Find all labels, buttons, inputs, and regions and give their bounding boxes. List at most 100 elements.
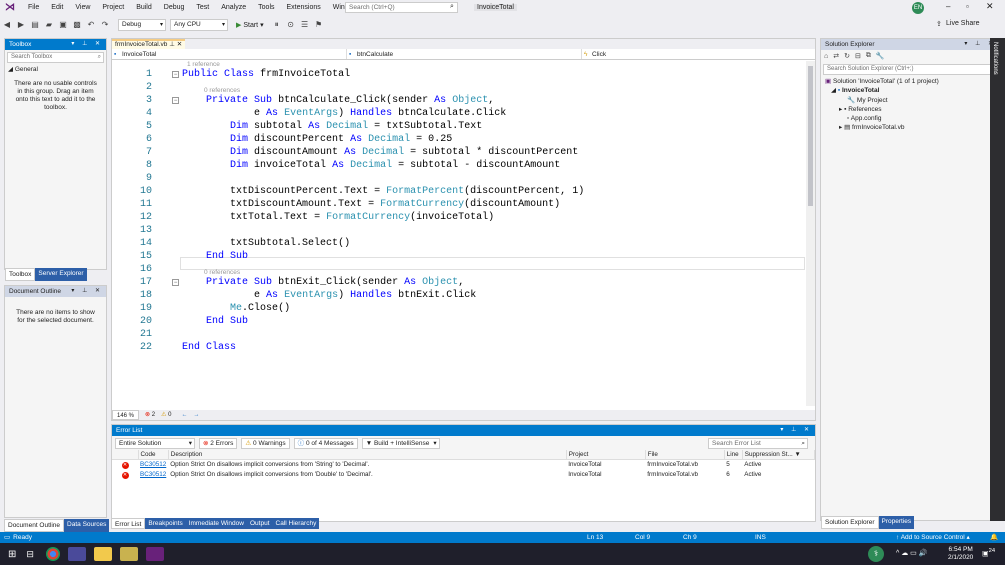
menu-extensions[interactable]: Extensions: [281, 0, 327, 16]
menu-tools[interactable]: Tools: [252, 0, 280, 16]
panel-controls-icon[interactable]: ▾ ⊥ ✕: [71, 39, 103, 50]
column-header-file[interactable]: File: [645, 450, 725, 460]
nav-next-icon[interactable]: →: [193, 410, 199, 420]
column-header-line[interactable]: Line: [724, 450, 743, 460]
menu-project[interactable]: Project: [96, 0, 130, 16]
clock[interactable]: 6:54 PM 2/1/2020: [948, 546, 973, 562]
error-count-icon[interactable]: ⊗: [145, 410, 150, 420]
notifications-bell-icon[interactable]: 🔔: [990, 532, 998, 543]
code-line[interactable]: e As EventArgs) Handles btnExit.Click: [182, 290, 476, 301]
project-nav-dropdown[interactable]: ▪ InvoiceTotal: [112, 49, 347, 59]
home-icon[interactable]: ⌂: [824, 53, 828, 60]
scope-select[interactable]: Entire Solution ▾: [115, 437, 195, 449]
tab-properties[interactable]: Properties: [878, 516, 915, 529]
file-explorer-icon[interactable]: [93, 547, 112, 561]
error-row[interactable]: ✕ BC30512 Option Strict On disallows impli…: [112, 470, 815, 480]
messages-filter-button[interactable]: ⓘ 0 of 4 Messages: [293, 437, 358, 449]
sync-icon[interactable]: ⇄: [833, 52, 839, 60]
code-line[interactable]: txtSubtotal.Select(): [182, 238, 350, 249]
redo-icon[interactable]: ↷: [100, 20, 110, 30]
live-share-button[interactable]: Live Share: [946, 20, 979, 27]
code-line[interactable]: txtDiscountPercent.Text = FormatPercent(…: [182, 186, 584, 197]
code-line[interactable]: Dim discountPercent As Decimal = 0.25: [182, 134, 452, 145]
save-icon[interactable]: ▣: [58, 20, 68, 30]
tree-item-app-config[interactable]: ▫ App.config: [825, 114, 999, 123]
minimize-button[interactable]: –: [946, 2, 950, 11]
codelens-references[interactable]: 1 reference: [187, 61, 220, 68]
tab-server-explorer[interactable]: Server Explorer: [35, 268, 87, 281]
collapse-toggle[interactable]: −: [172, 279, 179, 286]
menu-view[interactable]: View: [69, 0, 96, 16]
tree-item-solution[interactable]: ▣ Solution 'InvoiceTotal' (1 of 1 projec…: [825, 77, 999, 86]
search-input[interactable]: Search (Ctrl+Q): [345, 2, 458, 13]
editor-vertical-scrollbar[interactable]: [806, 61, 815, 406]
bookmark-icon[interactable]: ⚑: [314, 20, 324, 30]
toolbox-search-input[interactable]: Search Toolbox ⌕: [7, 52, 104, 63]
scrollbar-thumb[interactable]: [808, 66, 813, 206]
errors-filter-button[interactable]: ⊗ 2 Errors: [199, 437, 238, 449]
menu-edit[interactable]: Edit: [45, 0, 69, 16]
tab-data-sources[interactable]: Data Sources: [64, 519, 110, 532]
tree-item-form[interactable]: ▸ ▤ frmInvoiceTotal.vb: [825, 123, 999, 132]
close-button[interactable]: ✕: [986, 1, 994, 12]
collapse-toggle[interactable]: −: [172, 97, 179, 104]
code-line[interactable]: Dim discountAmount As Decimal = subtotal…: [182, 147, 578, 158]
properties-icon[interactable]: 🔧: [876, 52, 885, 60]
configuration-select[interactable]: Debug ▾: [118, 19, 166, 31]
code-area[interactable]: 1 Public Class frmInvoiceTotal 2 3 Private …: [112, 61, 807, 406]
visual-studio-icon[interactable]: [145, 547, 164, 561]
panel-controls-icon[interactable]: ▾ ⊥ ✕: [780, 425, 812, 436]
code-line[interactable]: End Sub: [182, 251, 248, 262]
user-avatar[interactable]: EN: [912, 2, 924, 14]
code-line[interactable]: txtTotal.Text = FormatCurrency(invoiceTo…: [182, 212, 494, 223]
collapse-toggle[interactable]: −: [172, 71, 179, 78]
tab-solution-explorer[interactable]: Solution Explorer: [821, 516, 879, 529]
start-button[interactable]: ▶ Start ▾: [236, 21, 264, 29]
forward-icon[interactable]: ▶: [16, 20, 26, 30]
tree-item-references[interactable]: ▸ ▪ References: [825, 105, 999, 114]
tray-icons[interactable]: ^ ☁ ▭ 🔊: [896, 549, 927, 557]
pause-icon[interactable]: ⏸: [272, 20, 282, 30]
network-status-icon[interactable]: ⚕: [868, 546, 884, 562]
menu-analyze[interactable]: Analyze: [215, 0, 252, 16]
code-line[interactable]: Private Sub btnCalculate_Click(sender As…: [182, 95, 494, 106]
event-nav-dropdown[interactable]: ϟ Click: [582, 49, 812, 59]
column-header-description[interactable]: Description: [168, 450, 567, 460]
filter-icon[interactable]: ▼: [794, 451, 800, 458]
column-header-suppression[interactable]: Suppression St... ▼: [742, 450, 816, 460]
windows-start-icon[interactable]: ⊞: [8, 549, 16, 560]
column-header-project[interactable]: Project: [566, 450, 646, 460]
tree-item-my-project[interactable]: 🔧 My Project: [825, 96, 999, 105]
refresh-icon[interactable]: ↻: [844, 52, 850, 60]
show-all-files-icon[interactable]: ⧉: [866, 52, 871, 60]
breakpoint-icon[interactable]: ⊙: [286, 20, 296, 30]
tab-call-hierarchy[interactable]: Call Hierarchy: [272, 518, 320, 529]
code-line[interactable]: e As EventArgs) Handles btnCalculate.Cli…: [182, 108, 506, 119]
tab-frminvoicetotal-vb[interactable]: frmInvoiceTotal.vb ⊥ ✕: [112, 39, 186, 49]
tab-document-outline[interactable]: Document Outline: [4, 519, 65, 532]
search-icon[interactable]: ⌕: [450, 3, 454, 11]
build-filter-select[interactable]: ▼ Build + IntelliSense ▾: [361, 437, 440, 449]
tree-item-project[interactable]: ◢ ▪ InvoiceTotal: [825, 86, 999, 95]
undo-icon[interactable]: ↶: [86, 20, 96, 30]
action-center-icon[interactable]: ▣24: [982, 548, 995, 557]
warning-count-icon[interactable]: ⚠: [161, 410, 166, 420]
menu-build[interactable]: Build: [130, 0, 158, 16]
platform-select[interactable]: Any CPU ▾: [170, 19, 228, 31]
code-line[interactable]: Private Sub btnExit_Click(sender As Obje…: [182, 277, 464, 288]
error-cell-code[interactable]: BC30512: [138, 470, 168, 480]
object-nav-dropdown[interactable]: ▪ btnCalculate: [347, 49, 582, 59]
close-icon[interactable]: ✕: [177, 41, 182, 48]
code-line[interactable]: Me.Close(): [182, 303, 290, 314]
collapse-all-icon[interactable]: ⊟: [855, 52, 861, 60]
tab-toolbox[interactable]: Toolbox: [5, 268, 36, 281]
tab-output[interactable]: Output: [246, 518, 273, 529]
new-project-icon[interactable]: ▤: [30, 20, 40, 30]
code-line[interactable]: Dim subtotal As Decimal = txtSubtotal.Te…: [182, 121, 482, 132]
chrome-icon[interactable]: [45, 547, 60, 561]
open-icon[interactable]: ▰: [44, 20, 54, 30]
tab-error-list[interactable]: Error List: [111, 518, 146, 529]
code-line[interactable]: End Class: [182, 342, 236, 353]
code-line[interactable]: Dim invoiceTotal As Decimal = subtotal -…: [182, 160, 560, 171]
pin-icon[interactable]: ⊥: [169, 41, 175, 48]
